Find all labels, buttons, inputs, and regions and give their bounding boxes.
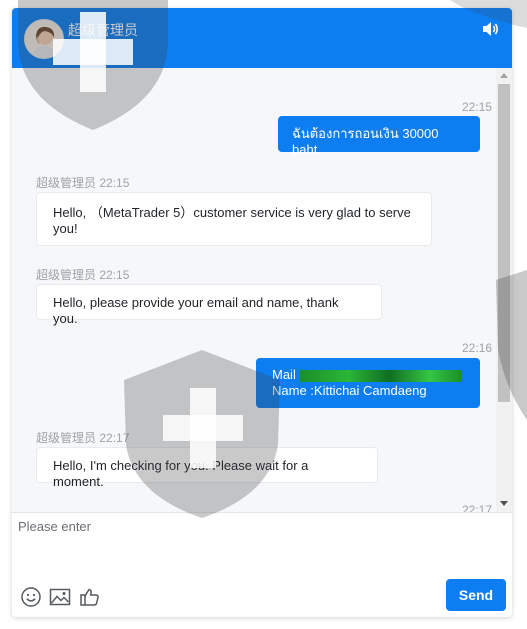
chat-header: 超级管理员 xyxy=(12,8,512,68)
chat-window: 超级管理员 22:15 ฉันต้องการถอนเงิน 30000 baht… xyxy=(12,8,512,617)
outgoing-message-bubble: Mail Name :Kittichai Camdaeng xyxy=(256,358,480,408)
image-icon[interactable] xyxy=(49,586,71,608)
agent-avatar xyxy=(24,19,64,59)
message-timestamp: 22:17 xyxy=(461,503,492,512)
thumbs-up-icon[interactable] xyxy=(79,586,101,608)
speaker-icon[interactable] xyxy=(482,21,500,37)
message-text: Hello, I'm checking for you. Please wait… xyxy=(53,458,309,489)
chat-scrollbar[interactable] xyxy=(496,68,512,512)
email-line: Mail xyxy=(272,367,464,383)
scroll-up-arrow[interactable] xyxy=(500,73,508,78)
incoming-message-bubble: Hello, I'm checking for you. Please wait… xyxy=(36,447,378,489)
message-input[interactable] xyxy=(18,519,502,569)
message-sender: 超级管理员 xyxy=(36,268,97,282)
message-composer: Send xyxy=(12,512,512,617)
message-text: Hello, （MetaTrader 5）customer service is… xyxy=(53,205,411,236)
name-line: Name :Kittichai Camdaeng xyxy=(272,383,427,398)
message-timestamp: 22:15 xyxy=(99,268,130,282)
message-sender: 超级管理员 xyxy=(36,431,97,445)
message-meta: 超级管理员 22:15 xyxy=(36,176,129,190)
agent-name: 超级管理员 xyxy=(68,22,138,38)
incoming-message-bubble: Hello, please provide your email and nam… xyxy=(36,284,382,326)
message-timestamp: 22:15 xyxy=(461,100,492,114)
message-text: Hello, please provide your email and nam… xyxy=(53,295,339,326)
message-sender: 超级管理员 xyxy=(36,176,97,190)
send-button[interactable]: Send xyxy=(446,579,506,611)
message-timestamp: 22:15 xyxy=(99,176,130,190)
message-timestamp: 22:16 xyxy=(461,341,492,355)
scroll-down-arrow[interactable] xyxy=(500,501,508,506)
scroll-thumb[interactable] xyxy=(498,84,510,402)
message-meta: 超级管理员 22:15 xyxy=(36,268,129,282)
message-text: ฉันต้องการถอนเงิน 30000 baht. xyxy=(292,126,439,157)
emoji-icon[interactable] xyxy=(20,586,42,608)
incoming-message-bubble: Hello, （MetaTrader 5）customer service is… xyxy=(36,192,432,246)
email-label: Mail xyxy=(272,367,296,382)
outgoing-message-bubble: ฉันต้องการถอนเงิน 30000 baht. xyxy=(278,116,480,157)
message-meta: 超级管理员 22:17 xyxy=(36,431,129,445)
message-timestamp: 22:17 xyxy=(99,431,130,445)
redacted-email xyxy=(299,369,462,382)
message-list: 22:15 ฉันต้องการถอนเงิน 30000 baht. 超级管理… xyxy=(12,68,496,512)
